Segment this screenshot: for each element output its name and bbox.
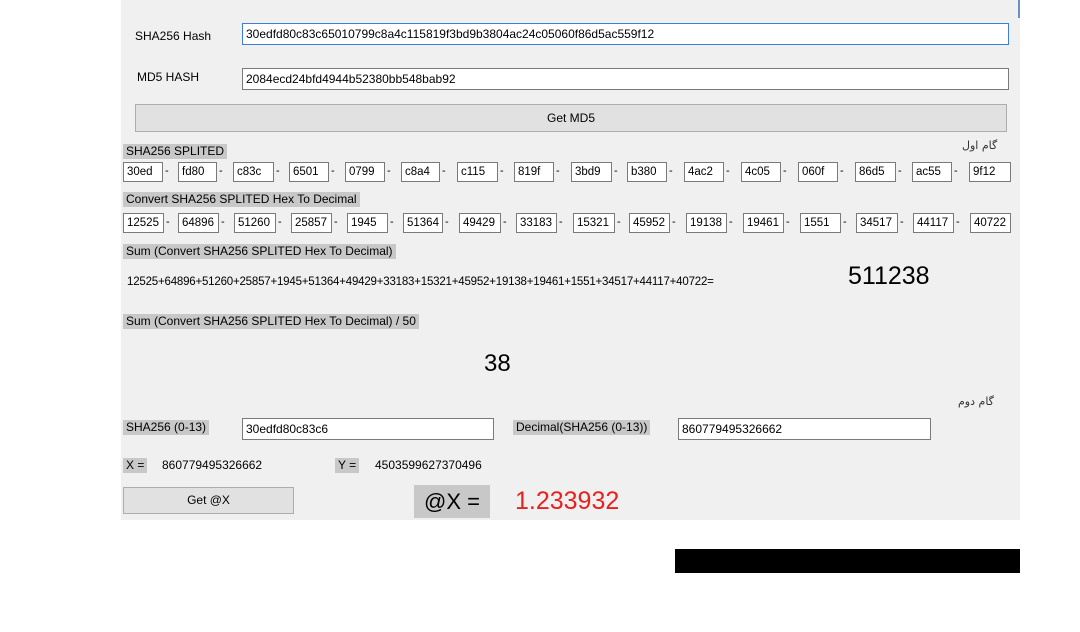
split-separator: - bbox=[954, 165, 958, 177]
decimal-separator: - bbox=[672, 216, 676, 228]
decimal-part-field[interactable]: 25857 bbox=[291, 213, 332, 233]
get-x-button[interactable]: Get @X bbox=[123, 487, 294, 514]
at-x-label: @X = bbox=[414, 485, 490, 518]
decimal-separator: - bbox=[445, 216, 449, 228]
sha256-hash-label: SHA256 Hash bbox=[135, 29, 212, 43]
decimal-separator: - bbox=[334, 216, 338, 228]
split-separator: - bbox=[898, 165, 902, 177]
split-part-field[interactable]: 4c05 bbox=[741, 162, 781, 182]
sum-expression: 12525+64896+51260+25857+1945+51364+49429… bbox=[127, 276, 714, 288]
decimal-part-field[interactable]: 19461 bbox=[743, 213, 784, 233]
split-part-field[interactable]: c8a4 bbox=[401, 162, 440, 182]
split-part-field[interactable]: 9f12 bbox=[969, 162, 1011, 182]
split-part-field[interactable]: 4ac2 bbox=[684, 162, 724, 182]
split-part-field[interactable]: 0799 bbox=[345, 162, 385, 182]
split-separator: - bbox=[442, 165, 446, 177]
decimal-part-field[interactable]: 64896 bbox=[178, 213, 219, 233]
split-part-field[interactable]: 6501 bbox=[289, 162, 329, 182]
split-part-field[interactable]: 060f bbox=[798, 162, 838, 182]
split-separator: - bbox=[219, 165, 223, 177]
split-part-field[interactable]: fd80 bbox=[178, 162, 217, 182]
decimal-part-field[interactable]: 51260 bbox=[234, 213, 276, 233]
decimal-part-field[interactable]: 12525 bbox=[123, 213, 164, 233]
decimal-part-field[interactable]: 33183 bbox=[516, 213, 557, 233]
split-part-field[interactable]: 3bd9 bbox=[571, 162, 612, 182]
decimal-separator: - bbox=[900, 216, 904, 228]
split-separator: - bbox=[726, 165, 730, 177]
sum-result: 511238 bbox=[848, 262, 930, 290]
decimal-part-field[interactable]: 45952 bbox=[629, 213, 670, 233]
step-one-label: گام اول bbox=[962, 139, 998, 152]
y-label: Y = bbox=[335, 458, 360, 473]
split-separator: - bbox=[276, 165, 280, 177]
decimal-part-field[interactable]: 40722 bbox=[970, 213, 1011, 233]
split-separator: - bbox=[840, 165, 844, 177]
split-part-field[interactable]: 30ed bbox=[123, 162, 163, 182]
sum-label: Sum (Convert SHA256 SPLITED Hex To Decim… bbox=[123, 244, 396, 259]
split-part-field[interactable]: c115 bbox=[457, 162, 498, 182]
decimal-part-field[interactable]: 49429 bbox=[459, 213, 501, 233]
decimal-separator: - bbox=[503, 216, 507, 228]
split-separator: - bbox=[783, 165, 787, 177]
decimal-separator: - bbox=[390, 216, 394, 228]
step-two-label: گام دوم bbox=[958, 395, 994, 408]
decimal-part-field[interactable]: 51364 bbox=[403, 213, 443, 233]
sum-div-50-result: 38 bbox=[484, 350, 511, 377]
decimal-part-field[interactable]: 1945 bbox=[347, 213, 388, 233]
split-separator: - bbox=[669, 165, 673, 177]
split-separator: - bbox=[556, 165, 560, 177]
split-separator: - bbox=[500, 165, 504, 177]
hex-to-decimal-label: Convert SHA256 SPLITED Hex To Decimal bbox=[123, 192, 360, 207]
x-value: 860779495326662 bbox=[162, 458, 263, 472]
decimal-part-field[interactable]: 34517 bbox=[856, 213, 898, 233]
sum-div-50-label: Sum (Convert SHA256 SPLITED Hex To Decim… bbox=[123, 314, 419, 329]
decimal-sha256-0-13-field[interactable]: 860779495326662 bbox=[678, 418, 931, 440]
decimal-separator: - bbox=[166, 216, 170, 228]
decimal-part-field[interactable]: 1551 bbox=[800, 213, 841, 233]
split-part-field[interactable]: b380 bbox=[627, 162, 667, 182]
sha256-0-13-label: SHA256 (0-13) bbox=[123, 420, 210, 435]
decimal-separator: - bbox=[559, 216, 563, 228]
sha256-splited-label: SHA256 SPLITED bbox=[123, 144, 228, 159]
decimal-separator: - bbox=[786, 216, 790, 228]
get-md5-button[interactable]: Get MD5 bbox=[135, 104, 1007, 132]
split-separator: - bbox=[331, 165, 335, 177]
x-label: X = bbox=[123, 458, 148, 473]
decimal-part-field[interactable]: 19138 bbox=[686, 213, 727, 233]
sha256-hash-field[interactable]: 30edfd80c83c65010799c8a4c115819f3bd9b380… bbox=[242, 23, 1009, 45]
split-part-field[interactable]: 819f bbox=[514, 162, 554, 182]
split-part-field[interactable]: ac55 bbox=[912, 162, 952, 182]
split-separator: - bbox=[614, 165, 618, 177]
decimal-part-field[interactable]: 44117 bbox=[913, 213, 954, 233]
decimal-separator: - bbox=[278, 216, 282, 228]
sha256-0-13-field[interactable]: 30edfd80c83c6 bbox=[242, 418, 494, 440]
y-value: 4503599627370496 bbox=[375, 458, 482, 472]
decimal-part-field[interactable]: 15321 bbox=[573, 213, 615, 233]
split-separator: - bbox=[387, 165, 391, 177]
decimal-separator: - bbox=[956, 216, 960, 228]
md5-hash-label: MD5 HASH bbox=[137, 70, 200, 84]
decimal-separator: - bbox=[843, 216, 847, 228]
decimal-sha256-0-13-label: Decimal(SHA256 (0-13)) bbox=[513, 420, 651, 435]
split-part-field[interactable]: c83c bbox=[233, 162, 274, 182]
md5-hash-field[interactable]: 2084ecd24bfd4944b52380bb548bab92 bbox=[242, 68, 1009, 90]
decimal-separator: - bbox=[221, 216, 225, 228]
decimal-separator: - bbox=[617, 216, 621, 228]
split-separator: - bbox=[165, 165, 169, 177]
at-x-result: 1.233932 bbox=[515, 487, 620, 515]
redaction-bar bbox=[675, 549, 1020, 573]
window-border bbox=[1018, 0, 1020, 18]
decimal-separator: - bbox=[729, 216, 733, 228]
split-part-field[interactable]: 86d5 bbox=[855, 162, 896, 182]
